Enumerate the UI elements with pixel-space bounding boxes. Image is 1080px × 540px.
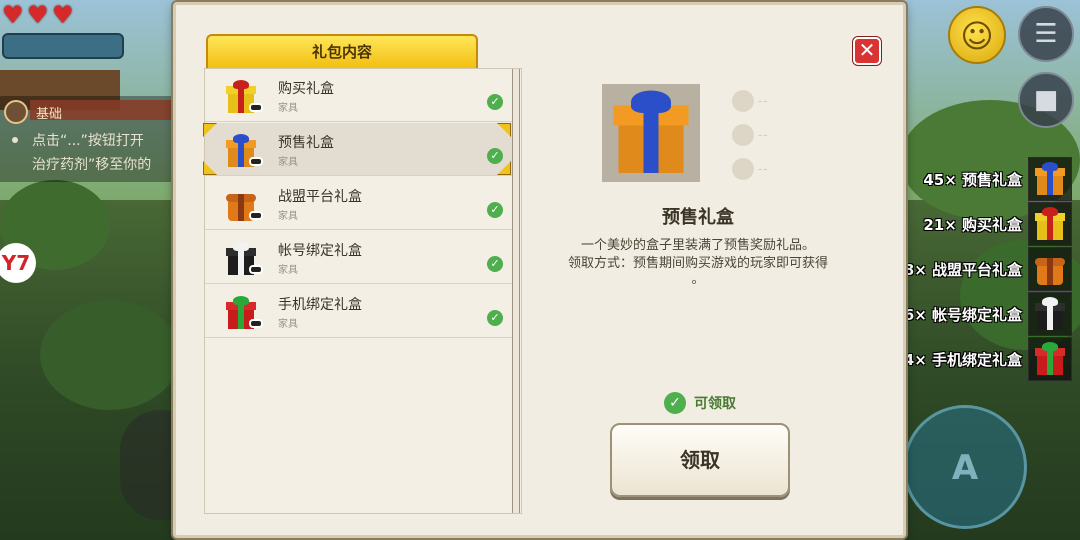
item-name: 帐号绑定礼盒: [278, 243, 362, 259]
selection-corner: [203, 123, 217, 137]
reward-gift-icon: [1028, 292, 1072, 336]
task-line: 点击“...”按钮打开: [32, 133, 144, 149]
task-line: 治疗药剂”移至你的: [32, 157, 152, 173]
reward-text: 21× 购买礼盒: [923, 215, 1022, 234]
check-icon: ✓: [487, 202, 503, 218]
link-icon: [249, 103, 263, 112]
check-icon: ✓: [487, 148, 503, 164]
item-category: 家具: [278, 103, 298, 114]
empty-slot-icon: [732, 124, 754, 146]
slot-placeholder: --: [758, 162, 769, 176]
menu-button[interactable]: ☰: [1018, 6, 1074, 62]
link-icon: [249, 211, 263, 220]
gift-list: 购买礼盒 家具 ✓ 预售礼盒 家具 ✓ 战盟平台礼盒 家具 ✓ 帐号绑定礼盒 家…: [203, 68, 522, 514]
list-scrollbar[interactable]: [512, 69, 520, 513]
heart-icon: ♥: [52, 1, 74, 29]
heart-icon: ♥: [27, 1, 49, 29]
list-item[interactable]: 购买礼盒 家具 ✓: [205, 69, 513, 122]
gift-pack-dialog: 礼包内容 ✕ 购买礼盒 家具 ✓ 预售礼盒 家具 ✓ 战盟平台礼盒 家具 ✓ 帐…: [173, 2, 906, 538]
empty-slot-icon: [732, 90, 754, 112]
item-name: 购买礼盒: [278, 81, 334, 97]
slot-placeholder: --: [758, 94, 769, 108]
item-category: 家具: [278, 265, 298, 276]
item-category: 家具: [278, 157, 298, 168]
gift-preview-icon: [602, 84, 700, 182]
check-icon: ✓: [487, 256, 503, 272]
emote-button[interactable]: ☺: [948, 6, 1006, 64]
item-category: 家具: [278, 211, 298, 222]
heart-icon: ♥: [2, 1, 24, 29]
claim-status: ✓ 可领取: [664, 392, 736, 414]
item-category: 家具: [278, 319, 298, 330]
bullet-icon: [12, 137, 18, 143]
reward-text: 8× 战盟平台礼盒: [903, 260, 1022, 279]
dialog-title-tab[interactable]: 礼包内容: [206, 34, 478, 68]
claim-button[interactable]: 领取: [610, 423, 790, 497]
reward-backpack-icon: [1028, 247, 1072, 291]
reward-gift-icon: [1028, 202, 1072, 246]
stamina-bar: [2, 33, 124, 59]
slot-placeholder: --: [758, 128, 769, 142]
game-logo-badge[interactable]: Y7: [0, 243, 36, 283]
task-title: 基础: [36, 107, 63, 122]
detail-description: 一个美妙的盒子里装满了预售奖励礼品。: [580, 238, 815, 253]
reward-notification: 4× 手机绑定礼盒: [904, 337, 1072, 381]
item-name: 手机绑定礼盒: [278, 297, 362, 313]
close-button[interactable]: ✕: [853, 37, 881, 65]
reward-notification: 8× 战盟平台礼盒: [904, 247, 1072, 291]
gift-detail-panel: -- -- -- 预售礼盒 一个美妙的盒子里装满了预售奖励礼品。 领取方式：预售…: [520, 68, 876, 514]
status-text: 可领取: [694, 396, 736, 412]
list-item[interactable]: 战盟平台礼盒 家具 ✓: [205, 177, 513, 230]
selection-corner: [497, 161, 511, 175]
detail-description: 。: [691, 272, 705, 287]
health-hearts: ♥ ♥ ♥: [2, 1, 76, 29]
task-avatar-icon: [4, 100, 28, 124]
check-icon: ✓: [487, 94, 503, 110]
check-icon: ✓: [487, 310, 503, 326]
link-icon: [249, 319, 263, 328]
reward-notification: 45× 预售礼盒: [923, 157, 1072, 201]
list-item[interactable]: 手机绑定礼盒 家具 ✓: [205, 285, 513, 338]
background-tree: [40, 300, 180, 410]
item-name: 预售礼盒: [278, 135, 334, 151]
reward-gift-icon: [1028, 157, 1072, 201]
list-item[interactable]: 预售礼盒 家具 ✓: [203, 123, 513, 176]
check-icon: ✓: [664, 392, 686, 414]
link-icon: [249, 157, 263, 166]
list-item[interactable]: 帐号绑定礼盒 家具 ✓: [205, 231, 513, 284]
selection-corner: [497, 123, 511, 137]
item-name: 战盟平台礼盒: [278, 189, 362, 205]
reward-text: 4× 手机绑定礼盒: [903, 350, 1022, 369]
empty-slot-icon: [732, 158, 754, 180]
selection-corner: [203, 161, 217, 175]
reward-notification: 21× 购买礼盒: [923, 202, 1072, 246]
camera-button[interactable]: ■: [1018, 72, 1074, 128]
reward-notification: 6× 帐号绑定礼盒: [904, 292, 1072, 336]
action-a-button[interactable]: A: [903, 405, 1027, 529]
reward-gift-icon: [1028, 337, 1072, 381]
detail-title: 预售礼盒: [662, 207, 734, 228]
link-icon: [249, 265, 263, 274]
reward-text: 6× 帐号绑定礼盒: [903, 305, 1022, 324]
reward-text: 45× 预售礼盒: [923, 170, 1022, 189]
